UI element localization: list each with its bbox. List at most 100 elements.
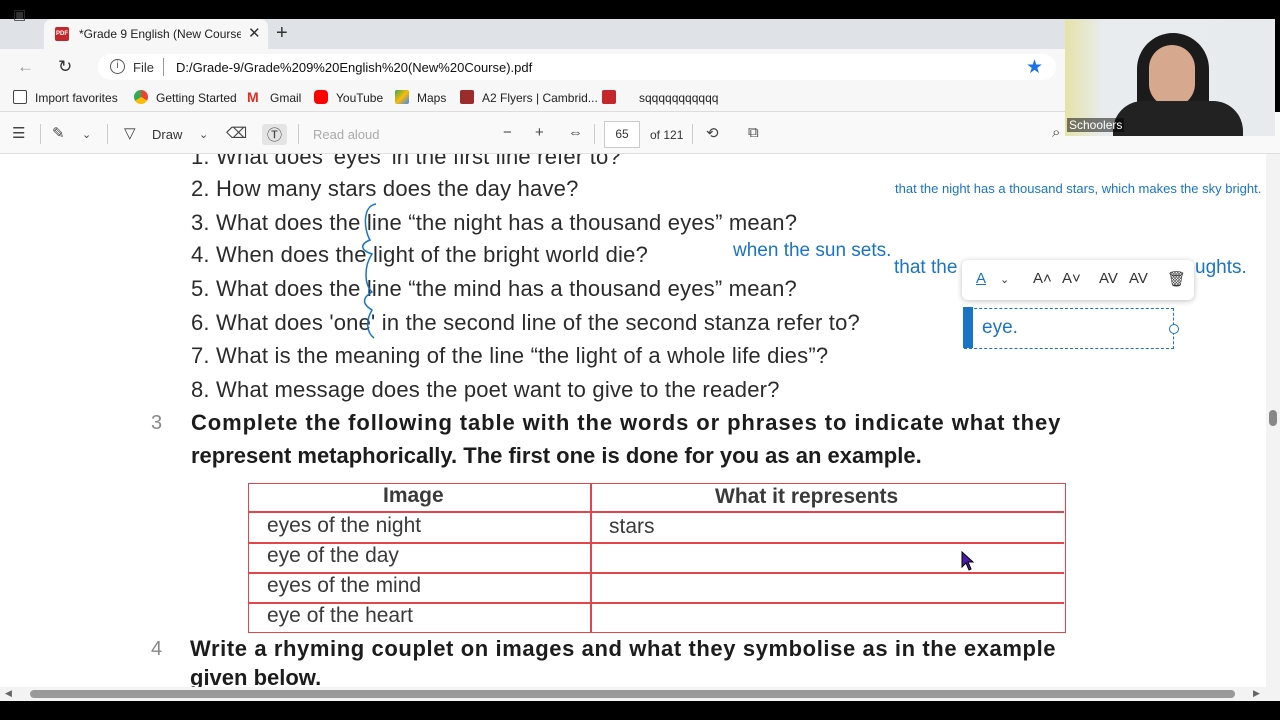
rotate-icon[interactable]: ⟲ [706, 124, 719, 142]
draw-button[interactable]: Draw [152, 127, 182, 142]
page-view-icon[interactable]: ⧉ [748, 124, 759, 141]
table-cell: eye of the heart [267, 604, 413, 627]
add-text-icon[interactable]: Ⓣ [262, 124, 288, 145]
zoom-out-icon[interactable]: − [503, 124, 512, 141]
chevron-down-icon[interactable]: ⌄ [1000, 273, 1009, 286]
maps-icon [395, 90, 409, 104]
new-tab-button[interactable]: + [276, 22, 288, 45]
answer-5-annotation-end[interactable]: ughts. [1195, 257, 1247, 279]
delete-icon[interactable]: 🗑 [1167, 270, 1186, 288]
fit-width-icon[interactable]: ⇔ [568, 124, 583, 141]
toolbar-divider [692, 124, 693, 144]
tab-actions-icon[interactable]: ▣ [13, 6, 31, 24]
text-color-icon[interactable]: A [976, 270, 986, 287]
question-5: 5. What does the line “the mind has a th… [191, 276, 797, 301]
highlight-icon[interactable]: ✎ [52, 124, 65, 142]
question-4: 4. When does the light of the bright wor… [191, 242, 649, 267]
resize-handle-icon[interactable] [1169, 324, 1179, 334]
pdf-file-icon: PDF [55, 27, 69, 41]
horizontal-scroll-thumb[interactable] [30, 690, 1235, 698]
tab-close-icon[interactable]: ✕ [248, 24, 261, 42]
tab-title: *Grade 9 English (New Course).p [79, 27, 241, 41]
section-3-line-1: Complete the following table with the wo… [191, 410, 1062, 435]
pdf-bookmark-icon [602, 90, 616, 104]
contents-icon[interactable]: ☰ [12, 124, 25, 142]
toolbar-divider [594, 124, 595, 144]
table-header-image: Image [383, 484, 444, 507]
answer-5-annotation-start[interactable]: that the [894, 257, 957, 279]
presenter-body [1113, 101, 1243, 136]
question-3: 3. What does the line “the night has a t… [191, 210, 798, 235]
webcam-overlay: Schoolers [1065, 19, 1275, 136]
tab-pdf-document[interactable]: PDF *Grade 9 English (New Course).p ✕ [44, 19, 268, 49]
table-cell: eyes of the night [267, 514, 422, 537]
mouse-cursor-icon [961, 551, 975, 571]
table-header-represents: What it represents [715, 485, 899, 508]
screen-top-bar [0, 0, 1280, 19]
chevron-down-icon[interactable]: ⌄ [82, 128, 91, 141]
bookmark-maps[interactable]: Maps [417, 91, 446, 105]
presenter-face [1149, 45, 1195, 107]
spacing-decrease-icon[interactable]: AV [1129, 270, 1148, 287]
chrome-icon [134, 90, 148, 104]
back-icon[interactable]: ← [17, 57, 34, 77]
chevron-down-icon[interactable]: ⌄ [199, 128, 208, 141]
table-column-rule [590, 484, 592, 632]
question-7: 7. What is the meaning of the line “the … [191, 343, 829, 368]
question-1: 1. What does 'eyes' in the first line re… [191, 154, 621, 169]
youtube-icon [314, 90, 328, 104]
url-text[interactable]: D:/Grade-9/Grade%209%20English%20(New%20… [176, 60, 532, 75]
answer-3-annotation[interactable]: that the night has a thousand stars, whi… [895, 181, 1261, 196]
section-3-number: 3 [151, 412, 163, 434]
scroll-right-icon[interactable]: ▶ [1253, 688, 1260, 699]
bookmark-gmail[interactable]: Gmail [270, 91, 301, 105]
question-6: 6. What does 'one' in the second line of… [191, 310, 860, 335]
drag-handle-icon[interactable] [963, 307, 973, 348]
bookmark-sq[interactable]: sqqqqqqqqqqq [639, 91, 718, 105]
table-cell: eye of the day [267, 544, 399, 567]
metaphor-table: Image What it represents eyes of the nig… [248, 483, 1066, 633]
table-cell: stars [609, 515, 655, 538]
page-total: of 121 [650, 128, 684, 142]
search-icon[interactable]: ⌕ [1052, 124, 1060, 141]
section-4-line-1: Write a rhyming couplet on images and wh… [190, 636, 1057, 661]
answer-4-annotation[interactable]: when the sun sets. [733, 240, 891, 262]
erase-icon[interactable]: ⌫ [226, 124, 247, 142]
text-annotation-box[interactable]: eye. [963, 307, 1179, 349]
bookmark-youtube[interactable]: YouTube [336, 91, 383, 105]
section-3-line-2: represent metaphorically. The first one … [191, 443, 922, 468]
scroll-left-icon[interactable]: ◀ [5, 688, 12, 699]
vertical-scroll-thumb[interactable] [1269, 410, 1277, 426]
text-format-toolbar: A ⌄ A˄ A˅ AV AV 🗑 [962, 260, 1194, 300]
table-cell: eyes of the mind [267, 574, 422, 597]
font-size-decrease-icon[interactable]: A˅ [1062, 270, 1081, 287]
import-favorites-icon [13, 90, 27, 104]
address-bar[interactable]: i File D:/Grade-9/Grade%209%20English%20… [98, 54, 1056, 80]
read-aloud-button[interactable]: Read aloud [313, 127, 380, 142]
spacing-increase-icon[interactable]: AV [1099, 270, 1118, 287]
table-rule [249, 511, 1064, 513]
pdf-page: 1. What does 'eyes' in the first line re… [0, 154, 1266, 687]
webcam-name-label: Schoolers [1067, 118, 1125, 132]
toolbar-divider [298, 124, 299, 144]
question-2: 2. How many stars does the day have? [191, 176, 579, 201]
page-number-input[interactable]: 65 [604, 121, 640, 148]
address-divider [163, 58, 164, 76]
refresh-icon[interactable]: ↻ [58, 57, 72, 77]
section-4-line-2: given below. [190, 665, 322, 687]
toolbar-divider [40, 124, 41, 144]
zoom-in-icon[interactable]: + [535, 124, 544, 141]
gmail-icon: M [247, 89, 259, 105]
favorite-star-icon[interactable]: ★ [1026, 56, 1043, 79]
bookmark-a2-flyers[interactable]: A2 Flyers | Cambrid... [482, 91, 598, 105]
font-size-increase-icon[interactable]: A˄ [1033, 270, 1052, 287]
info-icon[interactable]: i [110, 59, 125, 74]
file-label: File [133, 60, 154, 75]
bookmark-getting-started[interactable]: Getting Started [156, 91, 237, 105]
toolbar-divider [107, 124, 108, 144]
draw-icon[interactable]: ▽ [124, 124, 136, 142]
text-annotation-input[interactable]: eye. [982, 317, 1018, 339]
handwritten-brace [362, 203, 377, 339]
cambridge-icon [460, 90, 474, 104]
bookmark-import-favorites[interactable]: Import favorites [35, 91, 118, 105]
